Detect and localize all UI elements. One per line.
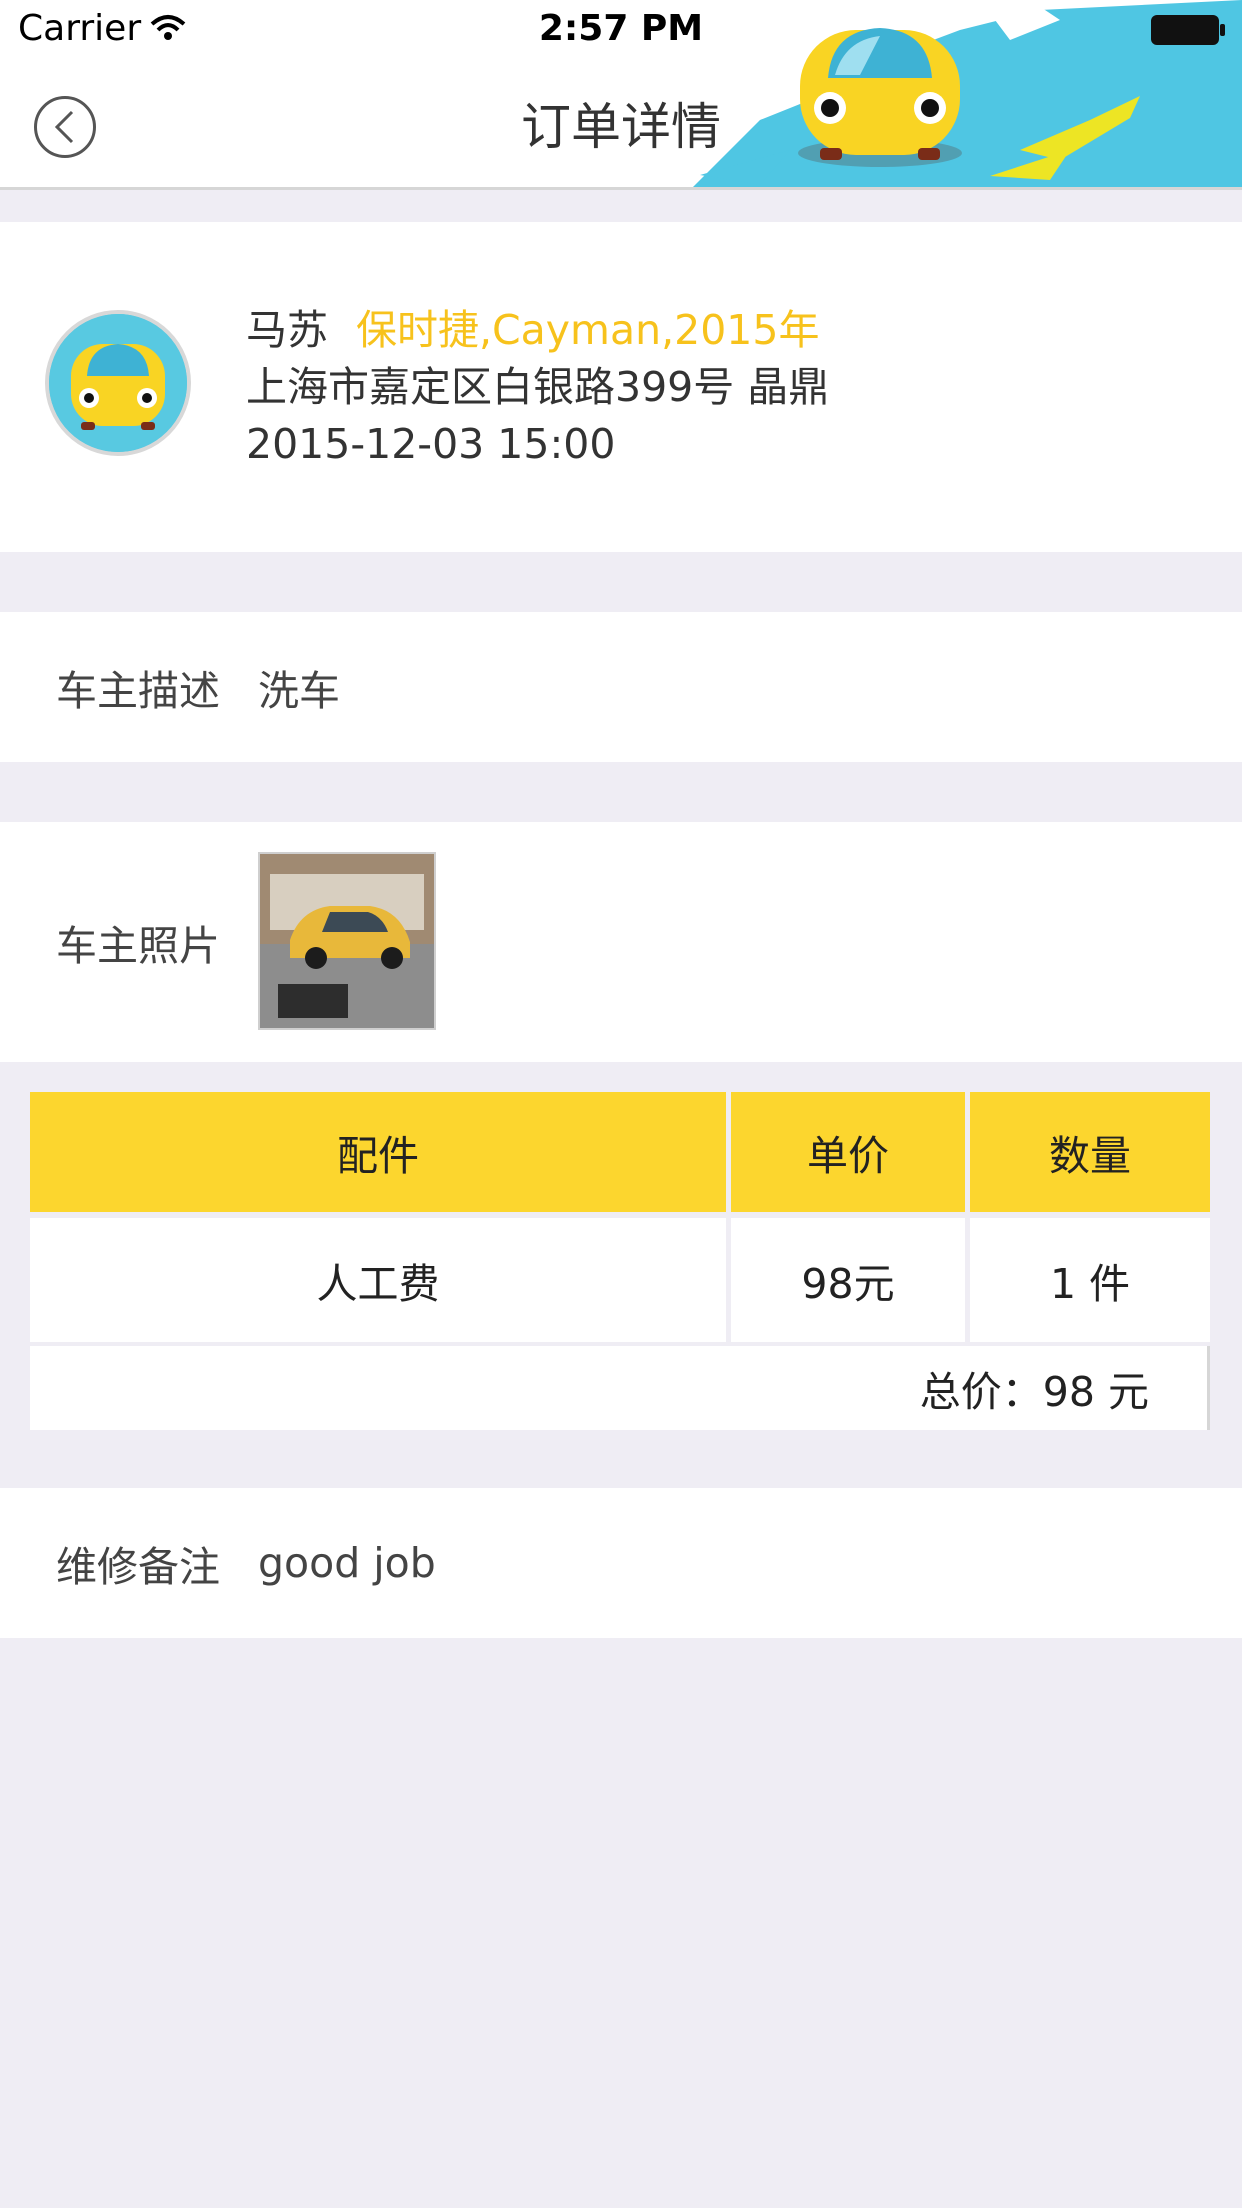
car-avatar-icon (49, 314, 187, 452)
cell-price: 98元 (731, 1218, 965, 1342)
header-part: 配件 (30, 1092, 726, 1212)
owner-description-row: 车主描述 洗车 (0, 612, 1242, 762)
table-header-row: 配件 单价 数量 (30, 1092, 1210, 1212)
parts-table: 配件 单价 数量 人工费 98元 1 件 总价：98 元 (30, 1092, 1210, 1430)
total-price: 总价：98 元 (30, 1346, 1210, 1430)
appointment-time: 2015-12-03 15:00 (246, 420, 616, 468)
car-photo-image (260, 854, 434, 1028)
photos-label: 车主照片 (56, 922, 220, 970)
owner-info-card: 马苏 保时捷,Cayman,2015年 上海市嘉定区白银路399号 晶鼎 2015… (0, 222, 1242, 552)
owner-address: 上海市嘉定区白银路399号 晶鼎 (246, 363, 830, 411)
battery-icon (1151, 15, 1225, 45)
table-row: 人工费 98元 1 件 (30, 1218, 1210, 1342)
page-title: 订单详情 (521, 98, 721, 156)
repair-remark-row: 维修备注 good job (0, 1488, 1242, 1638)
description-value: 洗车 (258, 667, 340, 715)
cell-part: 人工费 (30, 1218, 726, 1342)
description-label: 车主描述 (56, 667, 220, 715)
owner-photos-row: 车主照片 (0, 822, 1242, 1062)
nav-bar: Carrier 2:57 PM 订单详情 (0, 0, 1242, 190)
avatar (45, 310, 191, 456)
car-photo[interactable] (258, 852, 436, 1030)
header-price: 单价 (731, 1092, 965, 1212)
car-model: 保时捷,Cayman,2015年 (356, 306, 820, 354)
remark-value: good job (258, 1539, 436, 1587)
status-time: 2:57 PM (538, 8, 704, 49)
cell-quantity: 1 件 (970, 1218, 1210, 1342)
owner-name: 马苏 (246, 306, 328, 354)
remark-label: 维修备注 (56, 1543, 220, 1591)
header-quantity: 数量 (970, 1092, 1210, 1212)
